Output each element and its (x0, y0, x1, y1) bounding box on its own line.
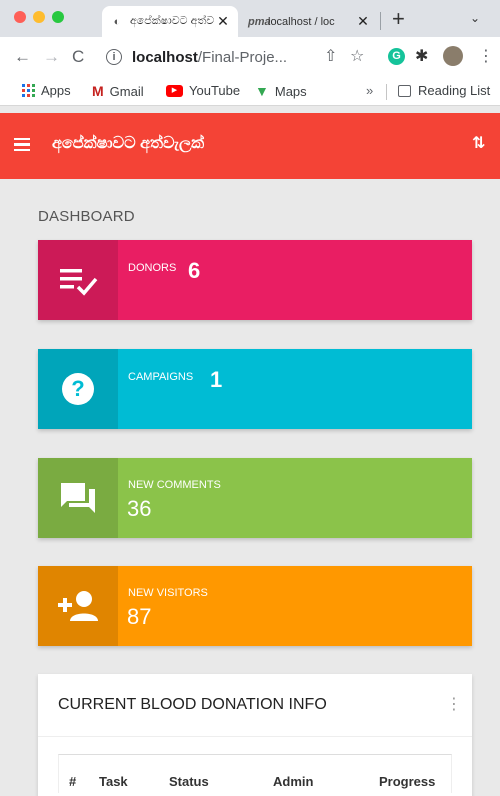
app-title[interactable]: අපේක්ෂාවට අත්වැලක් (52, 135, 204, 153)
browser-tab-phpmyadmin[interactable]: pma localhost / loc ✕ (240, 6, 378, 37)
info-box-value: 87 (127, 604, 152, 629)
icon-area (38, 458, 118, 538)
profile-avatar[interactable] (443, 46, 463, 66)
card-divider (38, 736, 472, 737)
page-favicon-icon: ◐ (113, 15, 121, 28)
site-info-icon[interactable]: i (106, 49, 122, 65)
column-header-progress: Progress (379, 774, 436, 789)
bookmark-youtube[interactable]: ▶ YouTube (166, 83, 240, 98)
info-box-label: NEW VISITORS (128, 587, 208, 599)
column-header-status: Status (169, 774, 209, 789)
bookmark-apps[interactable]: Apps (22, 83, 71, 98)
bookmark-label: YouTube (189, 83, 241, 98)
reading-list-icon (398, 84, 411, 97)
bookmarks-divider (386, 84, 387, 100)
bookmarks-bar: Apps M Gmail ▶ YouTube ▼ Maps » Reading … (0, 77, 500, 106)
tab-divider (380, 12, 381, 30)
reading-list-label: Reading List (418, 83, 491, 98)
more-bookmarks-icon[interactable]: » (366, 83, 373, 98)
phpmyadmin-favicon-icon: pma (248, 15, 271, 28)
forward-arrow-icon[interactable]: → (43, 47, 60, 67)
youtube-icon: ▶ (166, 84, 183, 97)
close-tab-icon[interactable]: ✕ (356, 13, 370, 30)
new-tab-icon[interactable]: + (392, 6, 405, 32)
column-header-admin: Admin (273, 774, 314, 789)
new-comments-info-box[interactable]: NEW COMMENTS 36 (38, 458, 472, 538)
info-box-label: NEW COMMENTS (128, 479, 221, 491)
share-icon[interactable]: ⇧ (324, 46, 337, 66)
gmail-icon: M (92, 83, 104, 99)
column-header-number: # (69, 774, 77, 789)
blood-donation-card: CURRENT BLOOD DONATION INFO ⋮ # Task Sta… (38, 674, 472, 796)
card-menu-icon[interactable]: ⋮ (446, 694, 462, 714)
extensions-puzzle-icon[interactable]: ✱ (415, 46, 428, 66)
back-arrow-icon[interactable]: ← (14, 47, 31, 67)
browser-tab-bar: ◐ අපේක්ෂාවට අත්ව ✕ pma localhost / loc ✕… (0, 0, 500, 37)
info-box-value: 36 (127, 496, 152, 521)
bookmark-label: Apps (41, 83, 71, 98)
bookmark-label: Gmail (109, 83, 144, 99)
grammarly-extension-icon[interactable]: G (388, 48, 405, 65)
bookmark-gmail[interactable]: M Gmail (92, 83, 144, 99)
info-box-label: CAMPAIGNS (128, 371, 194, 383)
blood-donation-table: # Task Status Admin Progress (58, 754, 452, 793)
bookmark-star-icon[interactable]: ☆ (350, 46, 364, 66)
playlist-check-icon (60, 269, 98, 296)
bookmark-label: Maps (274, 83, 307, 99)
close-tab-icon[interactable]: ✕ (216, 13, 230, 30)
maps-pin-icon: ▼ (255, 83, 269, 99)
icon-area: ? (38, 349, 118, 429)
card-title: CURRENT BLOOD DONATION INFO (58, 696, 327, 713)
browser-toolbar: ← → C i localhost/Final-Proje... ⇧ ☆ G ✱… (0, 37, 500, 77)
reload-icon[interactable]: C (72, 47, 84, 67)
column-header-task: Task (99, 774, 128, 789)
maximize-window-button[interactable] (52, 11, 64, 23)
minimize-window-button[interactable] (33, 11, 45, 23)
donors-info-box[interactable]: DONORS 6 (38, 240, 472, 320)
icon-area (38, 240, 118, 320)
person-add-icon (58, 591, 98, 621)
icon-area (38, 566, 118, 646)
help-icon: ? (62, 373, 94, 405)
info-box-label: DONORS (128, 262, 177, 274)
app-header: අපේක්ෂාවට අත්වැලක් ⇅ (0, 113, 500, 179)
sort-arrows-icon[interactable]: ⇅ (472, 133, 485, 153)
url-host: localhost (132, 48, 198, 66)
menu-hamburger-icon[interactable] (14, 138, 30, 151)
browser-tab-active[interactable]: ◐ අපේක්ෂාවට අත්ව ✕ (102, 6, 238, 37)
svg-text:?: ? (71, 376, 84, 401)
new-visitors-info-box[interactable]: NEW VISITORS 87 (38, 566, 472, 646)
campaigns-info-box[interactable]: ? CAMPAIGNS 1 (38, 349, 472, 429)
tab-search-chevron-icon[interactable]: ⌄ (470, 11, 480, 25)
info-box-value: 6 (188, 258, 201, 283)
browser-menu-icon[interactable]: ⋮ (478, 46, 494, 66)
table-header-row: # Task Status Admin Progress (59, 755, 451, 793)
forum-icon (61, 483, 95, 513)
apps-grid-icon (22, 84, 35, 97)
page-title: DASHBOARD (38, 208, 135, 225)
tab-title: අපේක්ෂාවට අත්ව (130, 15, 215, 27)
bookmark-maps[interactable]: ▼ Maps (255, 83, 307, 99)
url-path: /Final-Proje... (197, 48, 288, 66)
close-window-button[interactable] (14, 11, 26, 23)
info-box-value: 1 (210, 367, 223, 392)
reading-list-button[interactable]: Reading List (398, 83, 490, 98)
tab-title: localhost / loc (268, 15, 335, 28)
